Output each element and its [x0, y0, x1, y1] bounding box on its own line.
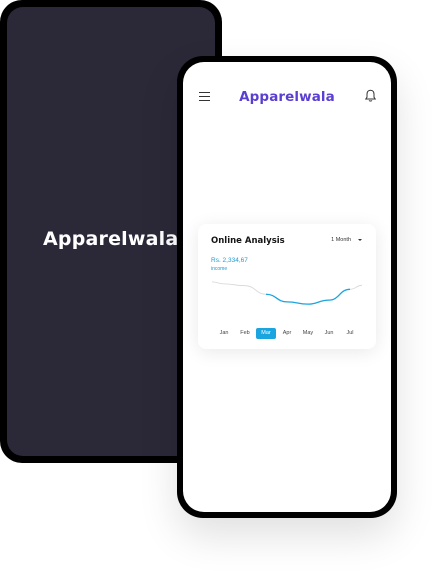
- online-analysis-card: Online Analysis 1 Month Rs. 2,334,67 inc…: [198, 224, 376, 349]
- bell-icon[interactable]: [364, 89, 377, 103]
- month-label-apr[interactable]: Apr: [277, 328, 297, 339]
- splash-brand-title: Apparelwala: [43, 228, 179, 250]
- app-brand-title: Apparelwala: [239, 89, 335, 105]
- month-label-jan[interactable]: Jan: [214, 328, 234, 339]
- month-axis: Jan Feb Mar Apr May Jun Jul: [198, 328, 376, 340]
- month-label-mar[interactable]: Mar: [256, 328, 276, 339]
- app-screen: Apparelwala Online Analysis 1 Month Rs. …: [183, 62, 391, 512]
- series-line-highlight: [265, 288, 351, 305]
- month-label-may[interactable]: May: [298, 328, 318, 339]
- month-label-feb[interactable]: Feb: [235, 328, 255, 339]
- month-label-jul[interactable]: Jul: [340, 328, 360, 339]
- app-header: Apparelwala: [183, 88, 391, 108]
- app-phone-frame: Apparelwala Online Analysis 1 Month Rs. …: [177, 56, 397, 518]
- series-line-background: [211, 281, 363, 305]
- month-label-jun[interactable]: Jun: [319, 328, 339, 339]
